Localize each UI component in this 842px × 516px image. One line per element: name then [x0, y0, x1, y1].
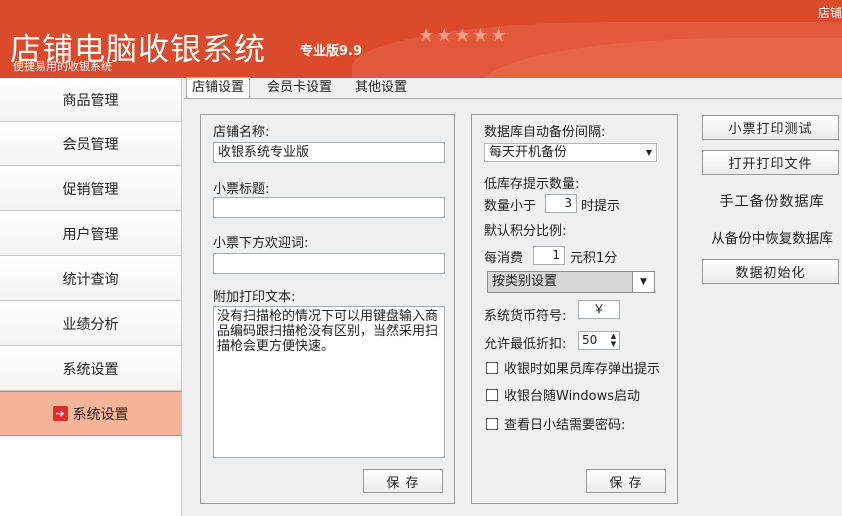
shop-name-input[interactable]: 收银系统专业版 — [213, 142, 445, 163]
sidebar-item-label: 系统设置 — [72, 406, 129, 423]
sidebar-item-system-settings[interactable]: 系统设置 — [0, 347, 182, 391]
chevron-down-icon: ▼ — [645, 148, 652, 157]
db-settings-group: 数据库自动备份间隔: 每天开机备份 ▼ 低库存提示数量: 数量小于 3 时提示 … — [471, 114, 678, 504]
rating-stars-icon: ★★★★★ — [418, 25, 509, 46]
sidebar-item-member-management[interactable]: 会员管理 — [0, 122, 182, 166]
restore-backup-button[interactable]: 从备份中恢复数据库 — [702, 227, 842, 247]
shop-settings-group: 店铺名称: 收银系统专业版 小票标题: 小票下方欢迎词: 附加打印文本: 没有扫… — [200, 114, 455, 504]
tab-member-card-settings[interactable]: 会员卡设置 — [262, 78, 337, 98]
checkbox[interactable] — [486, 388, 498, 401]
receipt-title-label: 小票标题: — [213, 182, 270, 197]
sidebar-item-label: 促销管理 — [62, 181, 119, 198]
min-discount-label: 允许最低折扣: — [484, 337, 567, 352]
sidebar-item-user-management[interactable]: 用户管理 — [0, 212, 182, 256]
sidebar-item-performance-analysis[interactable]: 业绩分析 — [0, 302, 182, 346]
min-discount-value: 50 — [582, 333, 598, 347]
header-corner-text: 店铺 — [817, 6, 842, 20]
sidebar-item-label: 用户管理 — [62, 226, 119, 243]
spend-label: 每消费 — [484, 251, 524, 266]
points-mode-select[interactable]: 按类别设置 ▼ — [487, 271, 655, 293]
backup-interval-label: 数据库自动备份间隔: — [484, 125, 606, 140]
checkbox[interactable] — [486, 361, 498, 374]
extra-text-label: 附加打印文本: — [213, 290, 296, 305]
qty-prompt-label: 时提示 — [581, 199, 621, 214]
sidebar-item-label: 商品管理 — [62, 92, 119, 109]
per-point-label: 元积1分 — [570, 251, 618, 266]
sidebar-item-product-management[interactable]: 商品管理 — [0, 78, 182, 122]
sidebar-item-label: 业绩分析 — [62, 316, 119, 333]
open-print-file-button[interactable]: 打开打印文件 — [702, 150, 839, 175]
sidebar-item-label: 统计查询 — [62, 271, 119, 288]
extra-text-textarea[interactable]: 没有扫描枪的情况下可以用键盘输入商品编码跟扫描枪没有区别，当然采用扫描枪会更方便… — [213, 306, 445, 458]
low-stock-label: 低库存提示数量: — [484, 177, 580, 192]
currency-symbol-input[interactable]: ￥ — [578, 300, 620, 319]
qty-less-label: 数量小于 — [484, 199, 537, 214]
version-label: 专业版9.9 — [300, 44, 363, 59]
spend-amount-input[interactable]: 1 — [533, 246, 565, 265]
db-save-button[interactable]: 保 存 — [586, 469, 666, 493]
tab-other-settings[interactable]: 其他设置 — [350, 78, 412, 98]
points-ratio-label: 默认积分比例: — [484, 224, 567, 239]
app-header: 店铺电脑收银系统 专业版9.9 ★★★★★ 便捷易用的收银系统 店铺 — [0, 0, 842, 78]
daily-password-label: 查看日小结需要密码: — [504, 418, 626, 433]
receipt-welcome-input[interactable] — [213, 253, 445, 274]
autostart-label: 收银台随Windows启动 — [504, 389, 641, 404]
member-stock-label: 收银时如果员库存弹出提示 — [504, 362, 661, 377]
sidebar-item-system-settings-active[interactable]: ➔ 系统设置 — [0, 391, 182, 436]
sidebar-item-statistics[interactable]: 统计查询 — [0, 257, 182, 301]
receipt-welcome-label: 小票下方欢迎词: — [213, 236, 309, 251]
arrow-right-icon: ➔ — [52, 406, 68, 421]
sidebar-item-label: 系统设置 — [62, 361, 119, 378]
min-discount-spinner[interactable]: 50 ▲ ▼ — [578, 331, 620, 350]
settings-tabs: 店铺设置 会员卡设置 其他设置 — [184, 77, 842, 99]
sidebar-item-label: 会员管理 — [62, 136, 119, 153]
sidebar-item-promotion-management[interactable]: 促销管理 — [0, 167, 182, 211]
manual-backup-button[interactable]: 手工备份数据库 — [702, 191, 842, 211]
receipt-title-input[interactable] — [213, 197, 445, 218]
app-slogan: 便捷易用的收银系统 — [13, 60, 112, 73]
shop-name-label: 店铺名称: — [213, 125, 270, 140]
backup-interval-value: 每天开机备份 — [489, 145, 568, 160]
low-stock-qty-input[interactable]: 3 — [545, 194, 577, 213]
shop-save-button[interactable]: 保 存 — [363, 469, 443, 493]
checkbox[interactable] — [486, 417, 498, 430]
autostart-checkbox-row[interactable]: 收银台随Windows启动 — [486, 385, 640, 404]
data-init-button[interactable]: 数据初始化 — [702, 259, 839, 284]
member-stock-checkbox-row[interactable]: 收银时如果员库存弹出提示 — [486, 358, 660, 377]
currency-label: 系统货币符号: — [484, 309, 567, 324]
tab-shop-settings[interactable]: 店铺设置 — [186, 77, 251, 99]
sidebar: 商品管理 会员管理 促销管理 用户管理 统计查询 业绩分析 系统设置 ➔ 系统设… — [0, 78, 182, 516]
chevron-down-icon: ▼ — [632, 272, 654, 292]
points-mode-value: 按类别设置 — [492, 274, 558, 289]
tab-divider — [184, 98, 842, 99]
daily-password-checkbox-row[interactable]: 查看日小结需要密码: — [486, 414, 625, 433]
backup-interval-select[interactable]: 每天开机备份 ▼ — [484, 143, 657, 162]
print-test-button[interactable]: 小票打印测试 — [702, 115, 839, 140]
spinner-arrows-icon[interactable]: ▲ ▼ — [609, 332, 618, 348]
